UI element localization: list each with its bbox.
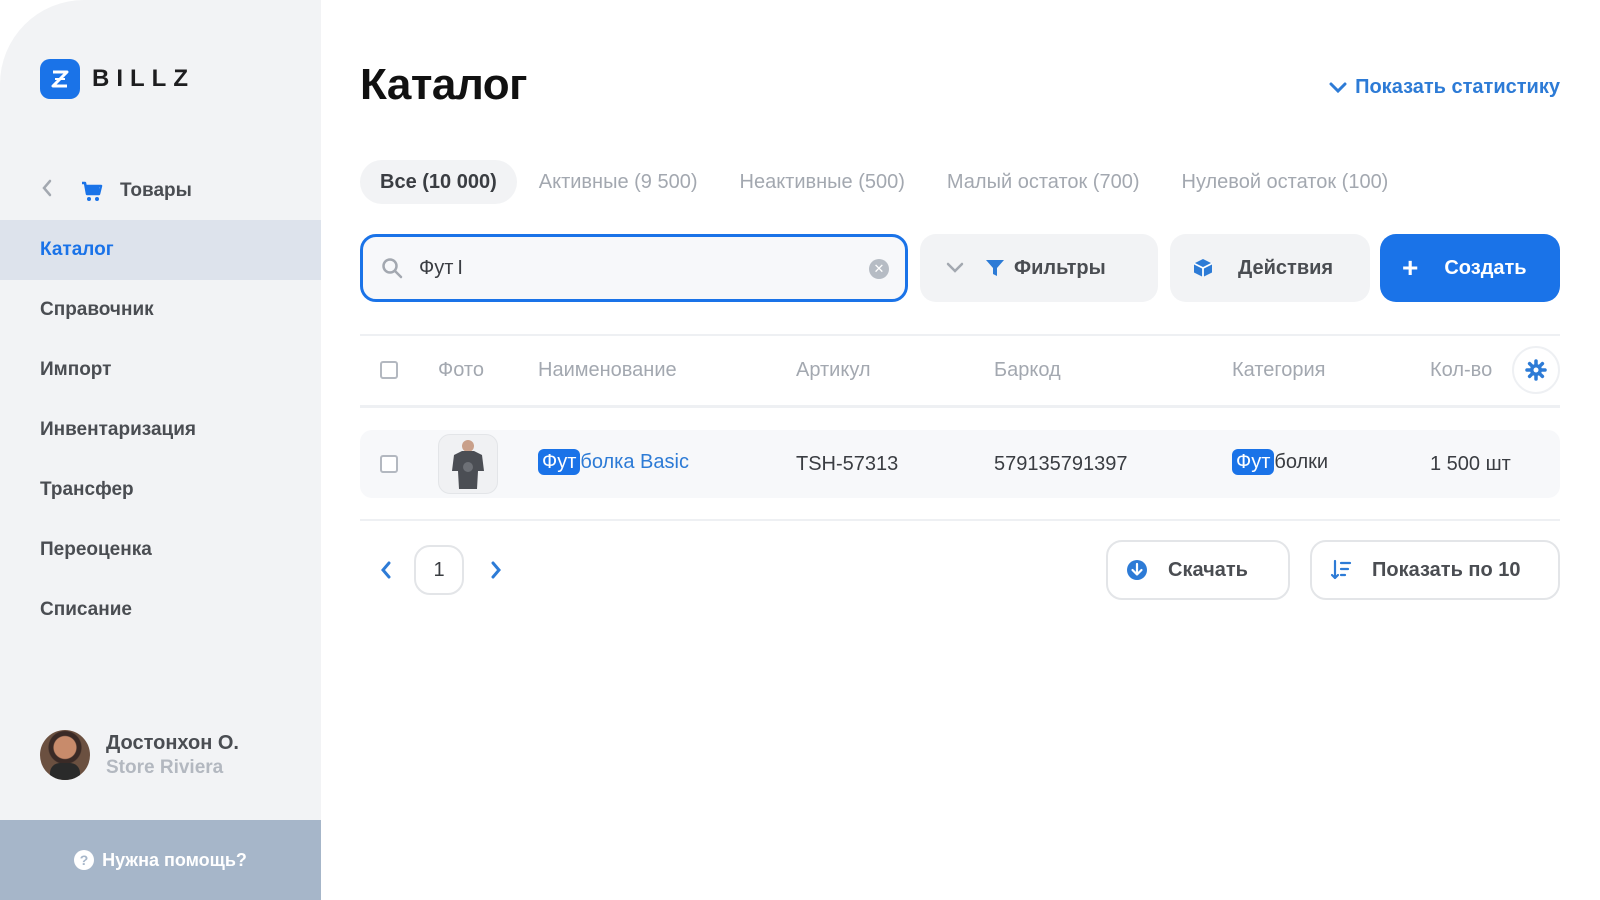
category-rest: болки bbox=[1274, 451, 1329, 473]
user-name: Достонхон О. bbox=[106, 731, 239, 754]
download-label: Скачать bbox=[1168, 558, 1248, 581]
filters-label: Фильтры bbox=[1014, 256, 1106, 279]
user-profile[interactable]: Достонхон О. Store Riviera bbox=[40, 730, 239, 780]
sidebar-item-reference[interactable]: Справочник bbox=[0, 280, 321, 340]
product-photo bbox=[438, 434, 498, 494]
tab-inactive[interactable]: Неактивные (500) bbox=[720, 160, 925, 204]
tab-all[interactable]: Все (10 000) bbox=[360, 160, 517, 204]
col-name[interactable]: Наименование bbox=[538, 359, 677, 382]
cart-icon bbox=[80, 179, 104, 203]
back-label: Товары bbox=[120, 180, 192, 201]
divider bbox=[360, 519, 1560, 521]
tab-zero-stock[interactable]: Нулевой остаток (100) bbox=[1162, 160, 1409, 204]
clear-search-icon[interactable]: ✕ bbox=[869, 259, 889, 279]
download-button[interactable]: Скачать bbox=[1106, 540, 1290, 600]
plus-icon: + bbox=[1402, 252, 1419, 283]
tab-active[interactable]: Активные (9 500) bbox=[519, 160, 718, 204]
status-tabs: Все (10 000) Активные (9 500) Неактивные… bbox=[360, 160, 1410, 204]
help-label: Нужна помощь? bbox=[102, 849, 247, 870]
page-size-button[interactable]: Показать по 10 bbox=[1310, 540, 1560, 600]
product-category: Фут болки bbox=[1232, 449, 1329, 475]
gear-icon[interactable] bbox=[1512, 346, 1560, 394]
sidebar: BILLZ Товары Каталог Справочник Импорт И… bbox=[0, 0, 321, 900]
question-icon: ? bbox=[74, 850, 95, 870]
logo[interactable]: BILLZ bbox=[40, 59, 195, 99]
search-highlight: Фут bbox=[1232, 449, 1275, 475]
show-stats-label: Показать статистику bbox=[1355, 76, 1560, 98]
col-qty[interactable]: Кол-во bbox=[1430, 359, 1492, 382]
row-checkbox[interactable] bbox=[380, 455, 398, 473]
col-photo[interactable]: Фото bbox=[438, 359, 484, 382]
page-title: Каталог bbox=[360, 60, 527, 109]
search-value: Фут bbox=[419, 256, 454, 279]
search-input[interactable]: Фут I ✕ bbox=[360, 234, 908, 302]
logo-mark-icon bbox=[40, 59, 80, 99]
actions-label: Действия bbox=[1238, 256, 1334, 279]
sidebar-item-catalog[interactable]: Каталог bbox=[0, 220, 321, 280]
product-sku: TSH-57313 bbox=[796, 453, 899, 475]
tab-low-stock[interactable]: Малый остаток (700) bbox=[927, 160, 1160, 204]
avatar bbox=[40, 730, 90, 780]
page-number[interactable]: 1 bbox=[414, 545, 464, 595]
sidebar-item-transfer[interactable]: Трансфер bbox=[0, 460, 321, 520]
filters-button[interactable]: Фильтры bbox=[920, 234, 1158, 302]
help-button[interactable]: ? Нужна помощь? bbox=[0, 820, 321, 900]
page-size-label: Показать по 10 bbox=[1372, 558, 1521, 581]
sidebar-item-revaluation[interactable]: Переоценка bbox=[0, 520, 321, 580]
col-category[interactable]: Категория bbox=[1232, 359, 1326, 382]
divider bbox=[360, 334, 1560, 336]
box-icon bbox=[1193, 259, 1213, 277]
search-icon bbox=[382, 258, 403, 279]
back-to-products[interactable]: Товары bbox=[40, 176, 192, 206]
product-barcode: 579135791397 bbox=[994, 453, 1128, 475]
divider bbox=[360, 405, 1560, 408]
col-sku[interactable]: Артикул bbox=[796, 359, 871, 382]
table-row[interactable]: Фут болка Basic TSH-57313 579135791397 Фу… bbox=[360, 430, 1560, 498]
sidebar-item-write-off[interactable]: Списание bbox=[0, 580, 321, 640]
filter-icon bbox=[986, 260, 1004, 276]
create-button[interactable]: + Создать bbox=[1380, 234, 1560, 302]
user-store: Store Riviera bbox=[106, 756, 224, 778]
create-label: Создать bbox=[1444, 256, 1527, 279]
product-name-link[interactable]: Фут болка Basic bbox=[538, 449, 689, 475]
product-qty: 1 500 шт bbox=[1430, 453, 1511, 475]
sidebar-item-inventory[interactable]: Инвентаризация bbox=[0, 400, 321, 460]
search-highlight: Фут bbox=[538, 449, 581, 475]
logo-text: BILLZ bbox=[92, 65, 195, 92]
chevron-left-icon[interactable] bbox=[374, 558, 398, 582]
actions-button[interactable]: Действия bbox=[1170, 234, 1370, 302]
chevron-right-icon[interactable] bbox=[484, 558, 508, 582]
sidebar-item-import[interactable]: Импорт bbox=[0, 340, 321, 400]
download-icon bbox=[1127, 560, 1147, 580]
show-stats-link[interactable]: Показать статистику bbox=[1329, 76, 1560, 99]
chevron-down-icon bbox=[946, 262, 964, 273]
col-barcode[interactable]: Баркод bbox=[994, 359, 1061, 382]
table-header: Фото Наименование Артикул Баркод Категор… bbox=[360, 342, 1560, 398]
sort-icon bbox=[1330, 559, 1352, 580]
tshirt-icon bbox=[452, 440, 484, 489]
select-all-checkbox[interactable] bbox=[380, 361, 398, 379]
sidebar-nav: Каталог Справочник Импорт Инвентаризация… bbox=[0, 220, 321, 640]
text-cursor: I bbox=[457, 256, 463, 279]
product-name-rest: болка Basic bbox=[580, 451, 689, 473]
chevron-down-icon bbox=[1329, 82, 1347, 93]
chevron-left-icon[interactable] bbox=[40, 178, 60, 204]
